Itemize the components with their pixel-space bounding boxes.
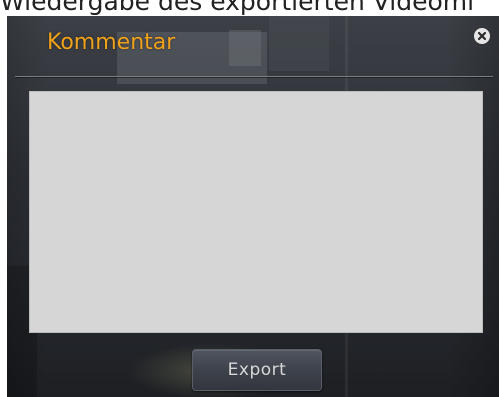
title-divider [15,76,493,77]
comment-field[interactable] [29,91,483,333]
page-heading: Wiedergabe des exportierten Videomi [0,0,475,16]
comment-dialog: Kommentar Export [7,16,499,397]
dialog-title: Kommentar [47,30,176,55]
background-wall [269,16,329,71]
close-button[interactable] [474,28,490,44]
close-circle-icon [477,31,487,41]
export-button[interactable]: Export [192,349,322,391]
background-roof [229,30,261,66]
